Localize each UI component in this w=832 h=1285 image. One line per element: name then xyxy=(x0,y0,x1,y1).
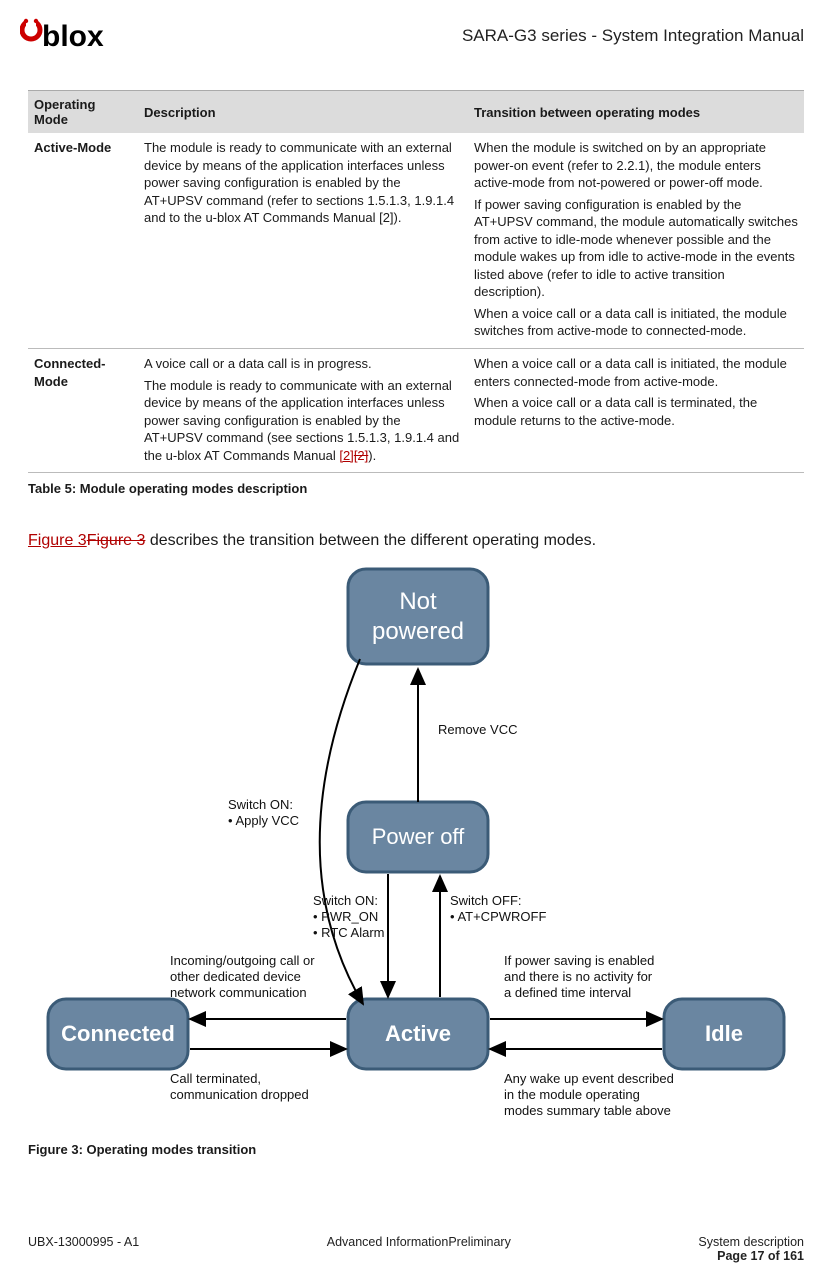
mode-cell: Connected-Mode xyxy=(28,349,138,473)
svg-text:modes summary table above: modes summary table above xyxy=(504,1103,671,1118)
svg-text:other dedicated device: other dedicated device xyxy=(170,969,301,984)
col-mode: Operating Mode xyxy=(28,91,138,134)
svg-text:a defined time interval: a defined time interval xyxy=(504,985,631,1000)
para: When the module is switched on by an app… xyxy=(474,139,798,192)
state-diagram: Not powered Power off Connected Active I… xyxy=(28,559,804,1134)
svg-text:If power saving is enabled: If power saving is enabled xyxy=(504,953,654,968)
figure-ref-strike: Figure 3 xyxy=(87,532,146,549)
svg-text:Switch OFF:: Switch OFF: xyxy=(450,893,522,908)
footer-right: System description xyxy=(698,1235,804,1249)
mode-cell: Active-Mode xyxy=(28,133,138,349)
para: When a voice call or a data call is init… xyxy=(474,355,798,390)
footer-center: Advanced InformationPreliminary xyxy=(327,1235,511,1249)
page-footer: UBX-13000995 - A1 Advanced InformationPr… xyxy=(28,1235,804,1263)
col-desc: Description xyxy=(138,91,468,134)
para: A voice call or a data call is in progre… xyxy=(144,355,462,373)
svg-text:communication dropped: communication dropped xyxy=(170,1087,309,1102)
svg-text:Switch ON:: Switch ON: xyxy=(313,893,378,908)
col-trans: Transition between operating modes xyxy=(468,91,804,134)
text: ). xyxy=(368,448,376,463)
svg-text:powered: powered xyxy=(372,618,464,645)
svg-text:• Apply VCC: • Apply VCC xyxy=(228,813,299,828)
svg-text:Switch ON:: Switch ON: xyxy=(228,797,293,812)
logo-text: blox xyxy=(42,20,104,53)
svg-text:Incoming/outgoing call or: Incoming/outgoing call or xyxy=(170,953,315,968)
svg-text:Remove VCC: Remove VCC xyxy=(438,722,517,737)
table-row: Connected-Mode A voice call or a data ca… xyxy=(28,349,804,473)
footer-left: UBX-13000995 - A1 xyxy=(28,1235,139,1249)
svg-text:• PWR_ON: • PWR_ON xyxy=(313,909,378,924)
document-title: SARA-G3 series - System Integration Manu… xyxy=(462,18,804,46)
modes-table: Operating Mode Description Transition be… xyxy=(28,90,804,473)
svg-text:in the module operating: in the module operating xyxy=(504,1087,640,1102)
text: The module is ready to communicate with … xyxy=(144,378,459,463)
table-row: Active-Mode The module is ready to commu… xyxy=(28,133,804,349)
para: When a voice call or a data call is init… xyxy=(474,305,798,340)
svg-text:network communication: network communication xyxy=(170,985,307,1000)
svg-text:• AT+CPWROFF: • AT+CPWROFF xyxy=(450,909,546,924)
svg-text:Idle: Idle xyxy=(705,1021,743,1046)
body-sentence: Figure 3Figure 3 describes the transitio… xyxy=(28,530,804,552)
trans-cell: When a voice call or a data call is init… xyxy=(468,349,804,473)
figure-caption: Figure 3: Operating modes transition xyxy=(28,1142,804,1157)
text: describes the transition between the dif… xyxy=(145,532,596,549)
svg-text:Active: Active xyxy=(385,1021,451,1046)
ref-link[interactable]: [2] xyxy=(339,448,353,463)
page-number: Page 17 of 161 xyxy=(28,1249,804,1263)
logo: blox xyxy=(20,18,130,64)
para: The module is ready to communicate with … xyxy=(144,377,462,465)
svg-text:Power off: Power off xyxy=(372,824,465,849)
trans-cell: When the module is switched on by an app… xyxy=(468,133,804,349)
svg-text:and there is no activity for: and there is no activity for xyxy=(504,969,653,984)
para: When a voice call or a data call is term… xyxy=(474,394,798,429)
svg-text:• RTC Alarm: • RTC Alarm xyxy=(313,925,385,940)
svg-text:Connected: Connected xyxy=(61,1021,175,1046)
para: If power saving configuration is enabled… xyxy=(474,196,798,301)
table-caption: Table 5: Module operating modes descript… xyxy=(28,481,804,496)
svg-text:Any wake up event described: Any wake up event described xyxy=(504,1071,674,1086)
ref-link-strike: [2] xyxy=(354,448,368,463)
figure-ref[interactable]: Figure 3 xyxy=(28,532,87,549)
desc-cell: A voice call or a data call is in progre… xyxy=(138,349,468,473)
desc-cell: The module is ready to communicate with … xyxy=(138,133,468,349)
svg-text:Call terminated,: Call terminated, xyxy=(170,1071,261,1086)
svg-text:Not: Not xyxy=(399,588,437,615)
